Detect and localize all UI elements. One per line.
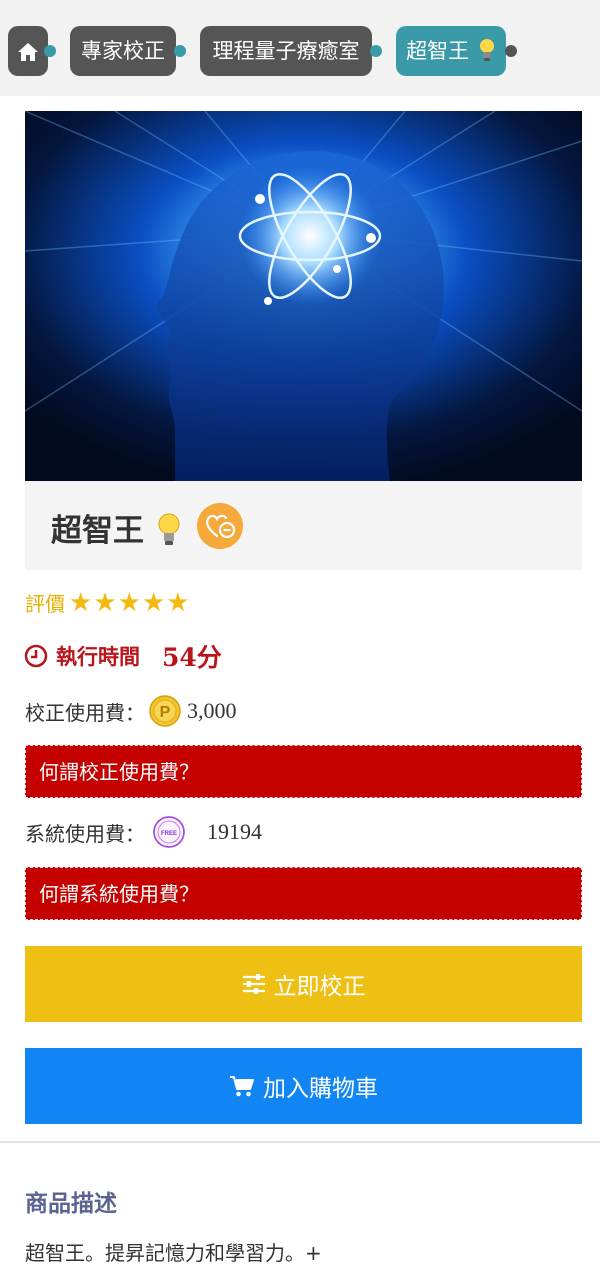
add-to-cart-button[interactable]: 加入購物車 (25, 1048, 582, 1124)
breadcrumb-label: 理程量子療癒室 (212, 39, 360, 63)
free-coin-icon: FREE (153, 816, 185, 848)
breadcrumb-label: 超智王 (406, 39, 470, 63)
execution-time-value: 54分 (162, 643, 222, 672)
light-bulb-icon (479, 39, 494, 61)
p-coin-icon: P (149, 695, 181, 727)
calibrate-now-button[interactable]: 立即校正 (25, 946, 582, 1022)
product-title-bar: 超智王 (25, 481, 582, 570)
section-divider (0, 1141, 600, 1143)
breadcrumb-item-expert-calibration[interactable]: 專家校正 (70, 26, 176, 76)
add-to-cart-label: 加入購物車 (263, 1076, 378, 1102)
product-title: 超智王 (51, 505, 181, 550)
home-icon (18, 43, 38, 61)
description-text: 超智王。提昇記憶力和學習力。+ (25, 1241, 322, 1265)
breadcrumb-separator (505, 45, 517, 57)
calibrate-now-label: 立即校正 (273, 974, 366, 1000)
rating: 評價 ★ ★ ★ ★ ★ (25, 588, 191, 617)
system-fee-help-button[interactable]: 何謂系統使用費？ (25, 867, 582, 920)
star-icon: ★ (117, 587, 141, 618)
cart-icon (230, 1076, 254, 1097)
breadcrumb: 專家校正 理程量子療癒室 超智王 (0, 0, 600, 96)
breadcrumb-item-healing-room[interactable]: 理程量子療癒室 (200, 26, 372, 76)
breadcrumb-item-current[interactable]: 超智王 (396, 26, 506, 76)
calibration-fee-help-button[interactable]: 何謂校正使用費？ (25, 745, 582, 798)
star-icon: ★ (141, 587, 166, 618)
svg-text:FREE: FREE (161, 831, 177, 837)
calibration-fee-label: 校正使用費： (25, 700, 145, 725)
breadcrumb-separator (174, 45, 186, 57)
calibration-fee: 校正使用費： P 3,000 (25, 695, 237, 727)
breadcrumb-separator (44, 45, 56, 57)
clock-icon (24, 644, 48, 668)
system-fee-label: 系統使用費： (25, 821, 145, 846)
breadcrumb-separator (370, 45, 382, 57)
light-bulb-icon (158, 513, 180, 545)
rating-label: 評價 (25, 592, 65, 616)
star-icon: ★ (93, 587, 117, 618)
product-image (25, 111, 582, 481)
execution-time: 執行時間 54分 (24, 638, 222, 674)
star-icon: ★ (69, 587, 93, 618)
favorite-button[interactable] (197, 503, 243, 549)
system-fee: 系統使用費： FREE 19194 (25, 816, 262, 848)
heart-minus-icon (206, 514, 236, 539)
calibration-fee-value: 3,000 (187, 698, 237, 723)
system-fee-value: 19194 (207, 819, 262, 844)
description-title: 商品描述 (25, 1191, 117, 1217)
sliders-icon (242, 974, 265, 994)
breadcrumb-home[interactable] (8, 26, 48, 76)
star-icon: ★ (166, 587, 190, 618)
execution-time-label: 執行時間 (56, 645, 140, 669)
rating-stars: ★ ★ ★ ★ ★ (69, 590, 191, 616)
breadcrumb-label: 專家校正 (81, 39, 165, 63)
svg-text:P: P (160, 704, 171, 721)
